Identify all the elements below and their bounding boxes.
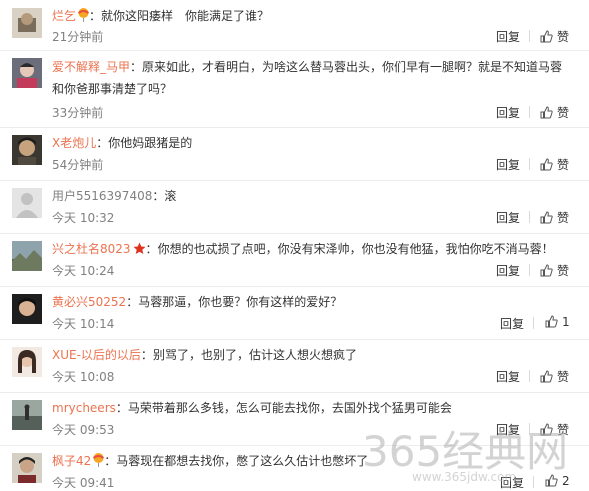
reply-button[interactable]: 回复 <box>496 368 520 385</box>
avatar[interactable] <box>12 241 42 271</box>
divider <box>529 370 530 382</box>
avatar[interactable] <box>12 8 42 38</box>
avatar[interactable] <box>12 188 42 218</box>
username-link[interactable]: 黄必兴50252 <box>52 295 126 309</box>
colon: ： <box>104 454 117 468</box>
comment-item: 烂乞 ：就你这阳痿样 你能满足了谁？ 21分钟前 回复 赞 <box>0 0 589 51</box>
like-label: 赞 <box>557 211 570 225</box>
comment-text: 马蓉现在都想去找你，憋了这么久估计也憋坏了 <box>116 454 369 468</box>
reply-button[interactable]: 回复 <box>496 156 520 173</box>
thumbs-up-icon <box>540 370 553 383</box>
reply-button[interactable]: 回复 <box>496 209 520 226</box>
timestamp: 21分钟前 <box>52 30 104 44</box>
timestamp: 今天 10:08 <box>52 370 115 384</box>
colon: ： <box>96 136 109 150</box>
comment-text: 就你这阳痿样 你能满足了谁？ <box>101 9 270 23</box>
comment-line: 黄必兴50252：马蓉那逼，你也要？你有这样的爱好？ <box>52 292 572 312</box>
balloon-icon <box>93 453 105 473</box>
divider <box>529 158 530 170</box>
comment-line: 烂乞 ：就你这阳痿样 你能满足了谁？ <box>52 6 572 28</box>
comment-text: 你想的也忒损了点吧，你没有宋泽帅，你也没有他猛，我怕你吃不消马蓉！ <box>157 242 554 256</box>
username-link[interactable]: XUE-以后的以后 <box>52 348 141 362</box>
username-link[interactable]: 兴之杜名8023 <box>52 242 131 256</box>
like-count: 1 <box>562 315 570 329</box>
colon: ： <box>145 242 158 256</box>
reply-button[interactable]: 回复 <box>496 28 520 45</box>
star-icon <box>133 241 146 261</box>
colon: ： <box>126 295 139 309</box>
comment-text: 马荣带着那么多钱，怎么可能去找你，去国外找个猛男可能会 <box>127 401 452 415</box>
like-label: 赞 <box>557 106 570 120</box>
timestamp: 今天 09:41 <box>52 476 115 490</box>
avatar[interactable] <box>12 453 42 483</box>
comment-line: 用户5516397408：滚 <box>52 186 572 206</box>
like-label: 赞 <box>557 30 570 44</box>
comment-line: 兴之杜名8023 ：你想的也忒损了点吧，你没有宋泽帅，你也没有他猛，我怕你吃不消马… <box>52 239 572 261</box>
timestamp: 今天 10:24 <box>52 264 115 278</box>
username-link[interactable]: 枫子42 <box>52 454 91 468</box>
balloon-icon <box>77 8 90 28</box>
like-label: 赞 <box>557 264 570 278</box>
divider <box>529 264 530 276</box>
colon: ： <box>152 189 165 203</box>
watermark: 365经典网 www.365jdw.com <box>362 418 588 490</box>
timestamp: 33分钟前 <box>52 106 104 120</box>
comment-item: 黄必兴50252：马蓉那逼，你也要？你有这样的爱好？ 今天 10:14 回复 1 <box>0 286 589 340</box>
timestamp: 今天 10:32 <box>52 211 115 225</box>
username-link[interactable]: 烂乞 <box>52 9 76 23</box>
comment-line: 爱不解释_马甲：原来如此，才看明白，为啥这么替马蓉出头，你们早有一腿啊？就是不知… <box>52 56 572 100</box>
watermark-url: www.365jdw.com <box>412 470 517 484</box>
comment-item: 爱不解释_马甲：原来如此，才看明白，为啥这么替马蓉出头，你们早有一腿啊？就是不知… <box>0 50 589 128</box>
colon: ： <box>130 60 143 74</box>
comment-text: 别骂了，也别了，估计这人想火想疯了 <box>152 348 357 362</box>
comment-item: 兴之杜名8023 ：你想的也忒损了点吧，你没有宋泽帅，你也没有他猛，我怕你吃不消马… <box>0 233 589 287</box>
like-button[interactable]: 赞 <box>540 209 569 226</box>
avatar[interactable] <box>12 135 42 165</box>
colon: ： <box>115 401 128 415</box>
like-button[interactable]: 赞 <box>540 28 569 45</box>
timestamp: 今天 09:53 <box>52 423 115 437</box>
comment-item: XUE-以后的以后：别骂了，也别了，估计这人想火想疯了 今天 10:08 回复 … <box>0 339 589 393</box>
like-button[interactable]: 1 <box>545 315 570 329</box>
like-button[interactable]: 赞 <box>540 262 569 279</box>
thumbs-up-icon <box>545 315 558 328</box>
like-label: 赞 <box>557 158 570 172</box>
divider <box>529 106 530 118</box>
comment-line: XUE-以后的以后：别骂了，也别了，估计这人想火想疯了 <box>52 345 572 365</box>
divider <box>529 30 530 42</box>
thumbs-up-icon <box>540 158 553 171</box>
avatar[interactable] <box>12 400 42 430</box>
comment-line: mrycheers：马荣带着那么多钱，怎么可能去找你，去国外找个猛男可能会 <box>52 398 572 418</box>
timestamp: 今天 10:14 <box>52 317 115 331</box>
reply-button[interactable]: 回复 <box>500 315 524 332</box>
username-link[interactable]: 爱不解释_马甲 <box>52 60 130 74</box>
like-button[interactable]: 赞 <box>540 368 569 385</box>
comment-line: X老炮儿：你他妈跟猪是的 <box>52 133 572 153</box>
reply-button[interactable]: 回复 <box>496 262 520 279</box>
thumbs-up-icon <box>540 30 553 43</box>
reply-button[interactable]: 回复 <box>496 104 520 121</box>
timestamp: 54分钟前 <box>52 158 104 172</box>
like-button[interactable]: 赞 <box>540 104 569 121</box>
username-link[interactable]: 用户5516397408 <box>52 189 152 203</box>
avatar[interactable] <box>12 294 42 324</box>
comment-text: 你他妈跟猪是的 <box>108 136 193 150</box>
username-link[interactable]: mrycheers <box>52 401 116 415</box>
comment-item: X老炮儿：你他妈跟猪是的 54分钟前 回复 赞 <box>0 127 589 181</box>
divider <box>533 317 534 329</box>
avatar[interactable] <box>12 347 42 377</box>
like-button[interactable]: 赞 <box>540 156 569 173</box>
comment-text: 马蓉那逼，你也要？你有这样的爱好？ <box>138 295 343 309</box>
divider <box>529 211 530 223</box>
like-label: 赞 <box>557 370 570 384</box>
avatar[interactable] <box>12 58 42 88</box>
colon: ： <box>140 348 153 362</box>
comment-text: 滚 <box>164 189 177 203</box>
thumbs-up-icon <box>540 211 553 224</box>
username-link[interactable]: X老炮儿 <box>52 136 96 150</box>
thumbs-up-icon <box>540 106 553 119</box>
colon: ： <box>89 9 102 23</box>
comment-item: 用户5516397408：滚 今天 10:32 回复 赞 <box>0 180 589 234</box>
thumbs-up-icon <box>540 264 553 277</box>
